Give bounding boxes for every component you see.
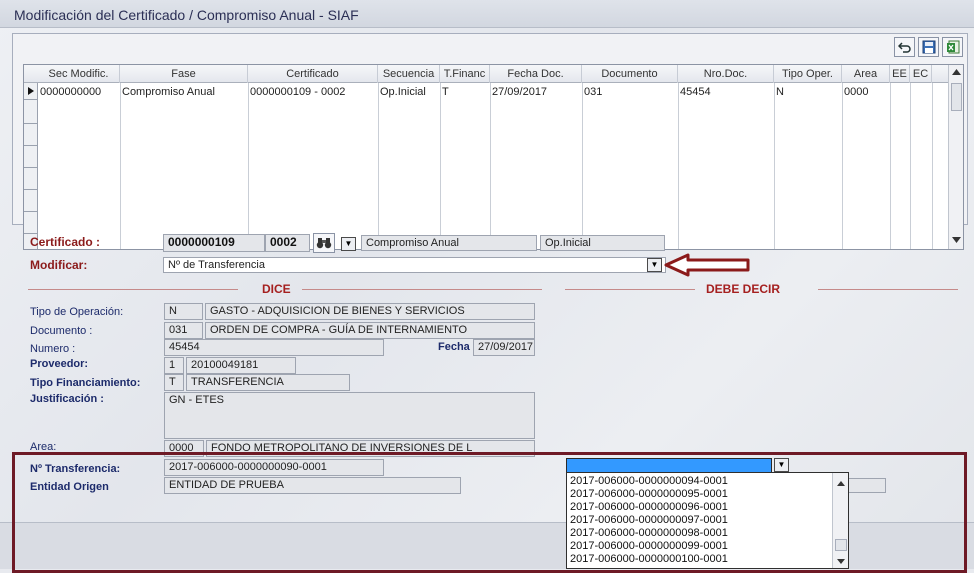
col-header-ec[interactable]: EC [910, 65, 932, 83]
certificate-grid[interactable]: Sec Modific. Fase Certificado Secuencia … [23, 64, 964, 250]
secuencia-field: Op.Inicial [540, 235, 665, 251]
cell-nro-doc: 45454 [680, 86, 711, 98]
col-header-secuencia[interactable]: Secuencia [378, 65, 440, 83]
binoculars-icon[interactable] [313, 233, 335, 253]
list-item[interactable]: 2017-006000-0000000100-0001 [570, 553, 728, 566]
list-item[interactable]: 2017-006000-0000000098-0001 [570, 527, 728, 540]
nuevo-transferencia-select[interactable] [566, 458, 772, 473]
tipo-operacion-label: Tipo de Operación: [30, 306, 124, 318]
excel-icon[interactable] [942, 37, 963, 57]
col-header-nro-doc[interactable]: Nro.Doc. [678, 65, 774, 83]
area-code: 0000 [164, 440, 204, 457]
cell-tfinanc: T [442, 86, 449, 98]
area-desc: FONDO METROPOLITANO DE INVERSIONES DE L [206, 440, 535, 457]
modificar-dropdown-icon[interactable]: ▼ [647, 258, 662, 272]
app-window: Modificación del Certificado / Compromis… [0, 0, 974, 573]
fecha-label: Fecha : [438, 341, 477, 353]
scroll-down-icon[interactable] [952, 237, 961, 243]
cell-fase: Compromiso Anual [122, 86, 215, 98]
col-header-area[interactable]: Area [842, 65, 890, 83]
list-item[interactable]: 2017-006000-0000000097-0001 [570, 514, 728, 527]
proveedor-label: Proveedor: [30, 358, 89, 370]
cell-tipo-oper: N [776, 86, 784, 98]
grid-panel: Sec Modific. Fase Certificado Secuencia … [12, 33, 968, 250]
numero-field: 45454 [164, 339, 384, 356]
fase-field: Compromiso Anual [361, 235, 537, 251]
cell-sec-modific: 0000000000 [40, 86, 102, 98]
transferencia-dropdown-list[interactable]: 2017-006000-0000000094-0001 2017-006000-… [566, 472, 849, 569]
modificar-select[interactable]: Nº de Transferencia [163, 257, 666, 273]
grid-header: Sec Modific. Fase Certificado Secuencia … [24, 65, 950, 83]
documento-label: Documento : [30, 325, 93, 337]
col-header-documento[interactable]: Documento [582, 65, 678, 83]
tipo-financiamiento-label: Tipo Financiamiento: [30, 377, 141, 389]
table-row[interactable]: 0000000000 Compromiso Anual 0000000109 -… [24, 84, 950, 100]
col-header-sec-modific[interactable]: Sec Modific. [38, 65, 120, 83]
justificacion-label: Justificación : [30, 393, 104, 405]
undo-icon[interactable] [894, 37, 915, 57]
grid-toolbar [894, 37, 963, 57]
proveedor-ruc: 20100049181 [186, 357, 296, 374]
debe-decir-divider-right [818, 289, 958, 290]
tipo-operacion-code: N [164, 303, 203, 320]
entidad-origen-label: Entidad Origen [30, 481, 109, 493]
list-item[interactable]: 2017-006000-0000000096-0001 [570, 501, 728, 514]
modificar-label: Modificar: [30, 258, 88, 272]
list-item[interactable]: 2017-006000-0000000094-0001 [570, 475, 728, 488]
transferencia-label: Nº Transferencia: [30, 463, 121, 475]
tipo-financiamiento-code: T [164, 374, 184, 391]
transferencia-field: 2017-006000-0000000090-0001 [164, 459, 384, 476]
row-indicator-column [24, 83, 38, 249]
window-title: Modificación del Certificado / Compromis… [0, 0, 974, 28]
documento-desc: ORDEN DE COMPRA - GUÍA DE INTERNAMIENTO [205, 322, 535, 339]
col-header-fase[interactable]: Fase [120, 65, 248, 83]
certificado-sec-field: 0002 [265, 234, 310, 252]
numero-label: Numero : [30, 343, 76, 355]
list-item[interactable]: 2017-006000-0000000095-0001 [570, 488, 728, 501]
col-header-ee[interactable]: EE [890, 65, 910, 83]
cell-certificado: 0000000109 - 0002 [250, 86, 346, 98]
list-scroll-down-icon[interactable] [837, 559, 845, 564]
list-item[interactable]: 2017-006000-0000000099-0001 [570, 540, 728, 553]
dice-divider-left [28, 289, 238, 290]
save-icon[interactable] [918, 37, 939, 57]
cell-area: 0000 [844, 86, 869, 98]
cell-fecha-doc: 27/09/2017 [492, 86, 548, 98]
grid-scrollbar[interactable] [948, 65, 963, 249]
dice-divider-right [302, 289, 542, 290]
nuevo-transferencia-dropdown-icon[interactable]: ▼ [774, 458, 789, 472]
col-header-fecha-doc[interactable]: Fecha Doc. [490, 65, 582, 83]
tipo-operacion-desc: GASTO - ADQUISICION DE BIENES Y SERVICIO… [205, 303, 535, 320]
col-header-tipo-oper[interactable]: Tipo Oper. [774, 65, 842, 83]
certificado-label: Certificado : [30, 235, 101, 249]
scroll-up-icon[interactable] [952, 69, 961, 75]
scroll-thumb[interactable] [951, 83, 962, 111]
certificado-dropdown-icon[interactable]: ▼ [341, 237, 356, 251]
entidad-origen-field: ENTIDAD DE PRUEBA [164, 477, 461, 494]
list-scroll-thumb[interactable] [835, 539, 847, 551]
cell-secuencia: Op.Inicial [380, 86, 426, 98]
debe-decir-divider-left [565, 289, 695, 290]
cell-documento: 031 [584, 86, 603, 98]
justificacion-field: GN - ETES [164, 392, 535, 439]
debe-decir-title: DEBE DECIR [706, 282, 781, 296]
area-label: Area: [30, 441, 57, 453]
fecha-field: 27/09/2017 [473, 339, 535, 356]
proveedor-code: 1 [164, 357, 184, 374]
dice-title: DICE [262, 282, 291, 296]
col-header-certificado[interactable]: Certificado [248, 65, 378, 83]
tipo-financiamiento-desc: TRANSFERENCIA [186, 374, 350, 391]
certificado-number-field: 0000000109 [163, 234, 265, 252]
list-scrollbar[interactable] [832, 473, 848, 568]
arrow-left-icon [664, 253, 750, 277]
col-header-tfinanc[interactable]: T.Financ [440, 65, 490, 83]
documento-code: 031 [164, 322, 203, 339]
list-scroll-up-icon[interactable] [837, 481, 845, 486]
